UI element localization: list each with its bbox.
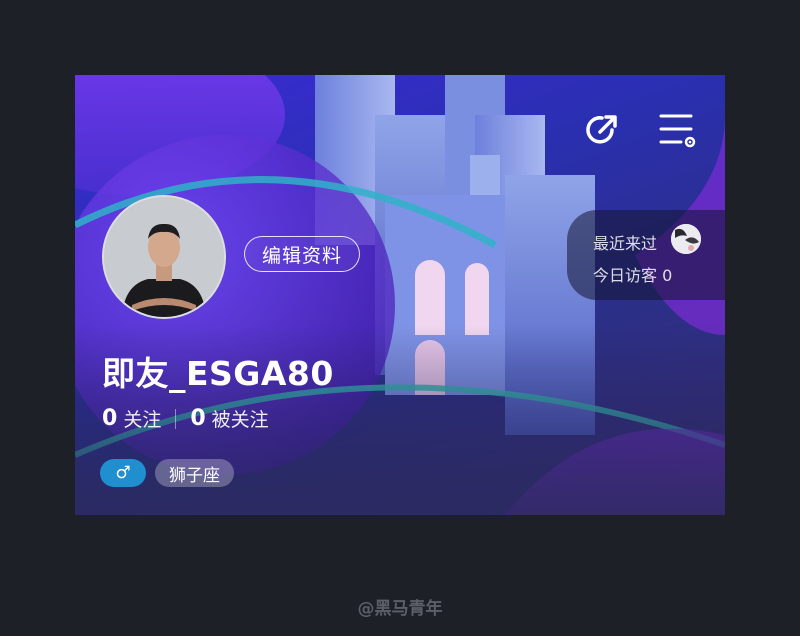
watermark: @黑马青年 — [357, 599, 443, 619]
menu-settings-icon — [659, 114, 696, 148]
zodiac-label: 狮子座 — [169, 465, 220, 486]
male-icon: ♂ — [115, 463, 131, 483]
share-button[interactable] — [580, 108, 624, 152]
user-photo — [104, 197, 224, 317]
today-visitors-label: 今日访客 0 — [593, 266, 673, 285]
avatar[interactable] — [102, 195, 226, 319]
follow-stats: 0 关注 0 被关注 — [102, 405, 269, 432]
followers-stat[interactable]: 0 被关注 — [190, 405, 268, 432]
share-icon — [586, 115, 617, 144]
gender-tag: ♂ — [100, 459, 146, 487]
edit-profile-button[interactable]: 编辑资料 — [244, 236, 360, 272]
zodiac-tag: 狮子座 — [155, 459, 234, 487]
following-stat[interactable]: 0 关注 — [102, 405, 161, 432]
stat-divider — [175, 408, 177, 429]
following-label: 关注 — [123, 409, 162, 431]
followers-count: 0 — [190, 406, 206, 431]
visitor-avatar[interactable] — [671, 224, 701, 254]
visitors-panel[interactable]: 最近来过 今日访客 0 — [567, 210, 725, 300]
username: 即友_ESGA80 — [102, 354, 334, 393]
profile-header-card: 编辑资料 最近来过 今日访客 0 即友_ESGA80 0 关注 0 被关注 ♂ … — [75, 75, 725, 515]
edit-profile-label: 编辑资料 — [261, 244, 342, 267]
menu-settings-button[interactable] — [655, 108, 699, 152]
visitor-avatar-image — [671, 224, 701, 254]
followers-label: 被关注 — [211, 409, 269, 431]
following-count: 0 — [102, 406, 118, 431]
recent-visitors-label: 最近来过 — [593, 234, 658, 253]
